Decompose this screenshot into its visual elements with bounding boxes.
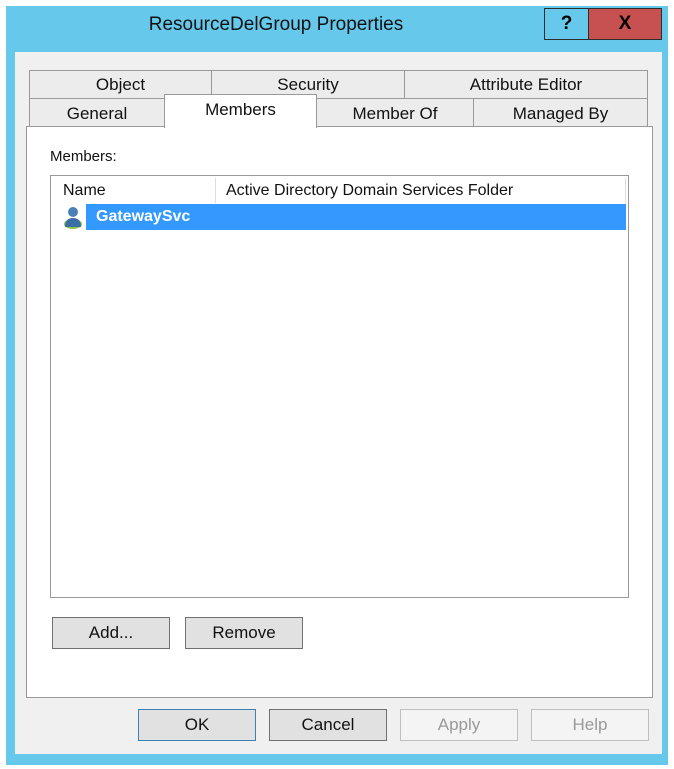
list-item[interactable]: GatewaySvc: [86, 204, 626, 230]
user-icon: [64, 207, 82, 229]
tab-members[interactable]: Members: [164, 94, 317, 128]
add-button[interactable]: Add...: [52, 617, 170, 649]
apply-button[interactable]: Apply: [400, 709, 518, 741]
ok-button[interactable]: OK: [138, 709, 256, 741]
tab-managed-by[interactable]: Managed By: [473, 98, 648, 127]
tab-member-of[interactable]: Member Of: [316, 98, 474, 127]
members-label: Members:: [50, 148, 117, 165]
window-title: ResourceDelGroup Properties: [148, 14, 404, 35]
tab-attribute-editor[interactable]: Attribute Editor: [404, 70, 648, 99]
cancel-button[interactable]: Cancel: [269, 709, 387, 741]
tab-general[interactable]: General: [29, 98, 165, 127]
help-button[interactable]: Help: [531, 709, 649, 741]
remove-button[interactable]: Remove: [185, 617, 303, 649]
members-list[interactable]: Name Active Directory Domain Services Fo…: [50, 175, 629, 598]
column-header-name[interactable]: Name: [53, 178, 216, 203]
close-button[interactable]: X: [588, 8, 662, 40]
column-header-folder[interactable]: Active Directory Domain Services Folder: [216, 178, 626, 203]
help-title-button[interactable]: ?: [544, 8, 589, 40]
